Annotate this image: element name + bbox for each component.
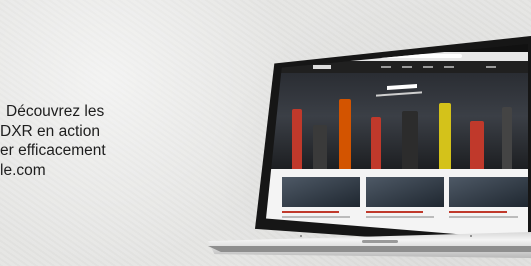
laptop-trackpad-notch	[362, 240, 398, 243]
screen-card-text	[281, 216, 350, 218]
screen-card-caption	[365, 211, 424, 213]
screen-hero-machine	[339, 99, 352, 169]
screen-nav-item	[423, 66, 434, 68]
laptop-foot	[470, 235, 472, 237]
screen-hero-machine	[292, 109, 303, 169]
screen-card-caption	[281, 211, 340, 213]
screen-card-caption	[449, 211, 508, 213]
screen-card-image	[365, 177, 445, 207]
screen-hero-machine	[313, 125, 328, 169]
screen-hero-banner	[266, 73, 528, 169]
laptop-icon	[0, 0, 531, 266]
screen-hero-subtitle	[376, 91, 423, 97]
screen-site-logo	[313, 65, 332, 69]
screen-card-image	[281, 177, 361, 207]
screen-nav-item	[402, 66, 413, 68]
screen-hero-machine	[402, 111, 419, 169]
screen-card-text	[449, 216, 518, 218]
screen-nav-item	[486, 66, 497, 68]
screen-hero-title	[386, 83, 417, 91]
screen-nav-item	[444, 66, 455, 68]
screen-card-text	[365, 216, 434, 218]
screen-hero-machine	[370, 117, 381, 169]
screen-hero-machine	[438, 103, 451, 169]
screen-nav-item	[381, 66, 392, 68]
laptop-base-edge	[208, 246, 531, 252]
screen-hero-machine	[470, 121, 485, 169]
screen-card-image	[449, 177, 528, 207]
screen-hero-machine	[501, 107, 512, 169]
laptop-foot	[300, 235, 302, 237]
laptop-screen	[266, 44, 528, 240]
